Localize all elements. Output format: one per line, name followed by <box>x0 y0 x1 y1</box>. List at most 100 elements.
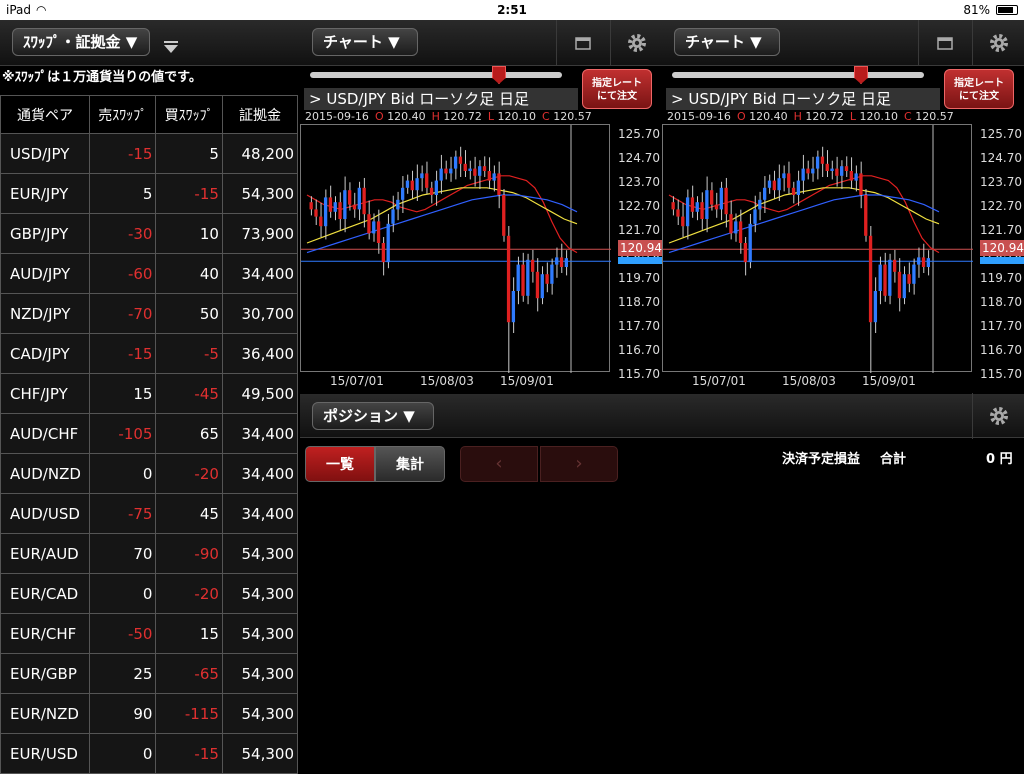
total-amount: 0 円 <box>986 452 1013 467</box>
candle <box>333 202 337 212</box>
y-tick-label: 115.70 <box>980 367 1022 381</box>
plot-area[interactable] <box>662 124 973 384</box>
candle <box>564 258 568 267</box>
candle <box>309 202 313 210</box>
candle <box>550 264 554 284</box>
swap-margin-dropdown[interactable]: ｽﾜｯﾌﾟ・証拠金 ▼ <box>12 28 150 56</box>
candle <box>719 187 723 210</box>
table-row[interactable]: AUD/CHF -105 65 34,400 <box>0 413 299 454</box>
battery-percent: 81% <box>963 3 990 17</box>
y-tick-label: 118.70 <box>618 295 660 309</box>
chart-dropdown-1[interactable]: チャート ▼ <box>312 28 418 56</box>
column-header-margin: 証拠金 <box>221 95 299 134</box>
next-button[interactable]: › <box>540 446 618 482</box>
prev-button[interactable]: ‹ <box>460 446 538 482</box>
candle <box>815 156 820 169</box>
buy-swap-cell: -5 <box>155 333 223 374</box>
margin-cell: 54,300 <box>221 653 299 694</box>
buy-swap-cell: 65 <box>155 413 223 454</box>
table-row[interactable]: NZD/JPY -70 50 30,700 <box>0 293 299 334</box>
margin-cell: 34,400 <box>221 493 299 534</box>
position-toolbar: ポジション ▼ <box>300 393 1024 439</box>
chart-dropdown-2[interactable]: チャート ▼ <box>674 28 780 56</box>
slider-thumb[interactable] <box>854 66 868 84</box>
candle <box>806 168 810 174</box>
candle <box>676 209 680 217</box>
window-icon[interactable] <box>556 20 608 66</box>
candle <box>352 204 357 210</box>
candle <box>468 168 472 171</box>
sell-swap-cell: -60 <box>88 253 157 294</box>
table-row[interactable]: GBP/JPY -30 10 73,900 <box>0 213 299 254</box>
table-row[interactable]: EUR/CAD 0 -20 54,300 <box>0 573 299 614</box>
table-row[interactable]: CHF/JPY 15 -45 49,500 <box>0 373 299 414</box>
candle <box>555 257 559 265</box>
candle <box>502 195 506 236</box>
plot-area[interactable] <box>300 124 611 384</box>
ohlc-date: 2015-09-16 <box>305 110 369 123</box>
candle <box>762 187 767 200</box>
candle <box>487 171 491 181</box>
ohlc-date: 2015-09-16 <box>667 110 731 123</box>
y-tick-label: 119.70 <box>980 271 1022 285</box>
gear-icon[interactable] <box>610 20 662 66</box>
candle <box>521 264 525 296</box>
table-row[interactable]: EUR/GBP 25 -65 54,300 <box>0 653 299 694</box>
period-slider[interactable] <box>672 66 924 84</box>
slider-thumb[interactable] <box>492 66 506 84</box>
table-row[interactable]: AUD/NZD 0 -20 34,400 <box>0 453 299 494</box>
candle <box>314 209 318 217</box>
gear-icon[interactable] <box>972 20 1024 66</box>
table-row[interactable]: EUR/AUD 70 -90 54,300 <box>0 533 299 574</box>
chart-toolbar-2: チャート ▼ <box>662 20 1024 66</box>
tab-list[interactable]: 一覧 <box>305 446 375 482</box>
close-label: C <box>904 110 912 123</box>
table-row[interactable]: AUD/JPY -60 40 34,400 <box>0 253 299 294</box>
order-at-rate-button[interactable]: 指定レート にて注文 <box>944 69 1014 109</box>
sell-swap-cell: -15 <box>88 333 157 374</box>
candle <box>926 258 930 267</box>
table-row[interactable]: USD/JPY -15 5 48,200 <box>0 133 299 174</box>
y-tick-label: 122.70 <box>618 199 660 213</box>
table-row[interactable]: EUR/NZD 90 -115 54,300 <box>0 693 299 734</box>
table-row[interactable]: AUD/USD -75 45 34,400 <box>0 493 299 534</box>
table-row[interactable]: EUR/JPY 5 -15 54,300 <box>0 173 299 214</box>
sell-swap-cell: 0 <box>88 453 157 494</box>
high-label: H <box>431 110 440 123</box>
sell-swap-cell: -75 <box>88 493 157 534</box>
candle <box>367 214 371 234</box>
column-header-pair: 通貨ペア <box>0 95 90 134</box>
swap-note: ※ｽﾜｯﾌﾟは１万通貨当りの値です。 <box>2 70 202 85</box>
candlestick-chart <box>301 125 611 384</box>
buy-swap-cell: -115 <box>155 693 223 734</box>
candle <box>540 274 544 299</box>
y-tick-label: 124.70 <box>618 151 660 165</box>
candle <box>878 264 882 291</box>
position-dropdown[interactable]: ポジション ▼ <box>312 402 434 430</box>
order-at-rate-button[interactable]: 指定レート にて注文 <box>582 69 652 109</box>
window-icon[interactable] <box>918 20 970 66</box>
x-tick-label: 15/07/01 <box>330 374 384 388</box>
candle <box>758 199 762 210</box>
candle <box>328 197 333 212</box>
buy-swap-cell: 45 <box>155 493 223 534</box>
low-label: L <box>849 110 857 123</box>
tab-summary[interactable]: 集計 <box>375 446 445 482</box>
candle <box>343 190 347 219</box>
y-tick-label: 121.70 <box>618 223 660 237</box>
gear-icon[interactable] <box>972 393 1024 439</box>
candle <box>753 209 757 224</box>
candle <box>386 223 390 263</box>
margin-cell: 34,400 <box>221 453 299 494</box>
pair-cell: EUR/AUD <box>0 533 90 574</box>
candle <box>473 168 477 176</box>
candle <box>526 259 530 296</box>
filter-icon[interactable] <box>164 38 178 53</box>
period-slider[interactable] <box>310 66 562 84</box>
table-row[interactable]: CAD/JPY -15 -5 36,400 <box>0 333 299 374</box>
sell-swap-cell: -30 <box>88 213 157 254</box>
buy-swap-cell: -20 <box>155 573 223 614</box>
table-row[interactable]: EUR/CHF -50 15 54,300 <box>0 613 299 654</box>
buy-swap-cell: 40 <box>155 253 223 294</box>
y-tick-label: 119.70 <box>618 271 660 285</box>
